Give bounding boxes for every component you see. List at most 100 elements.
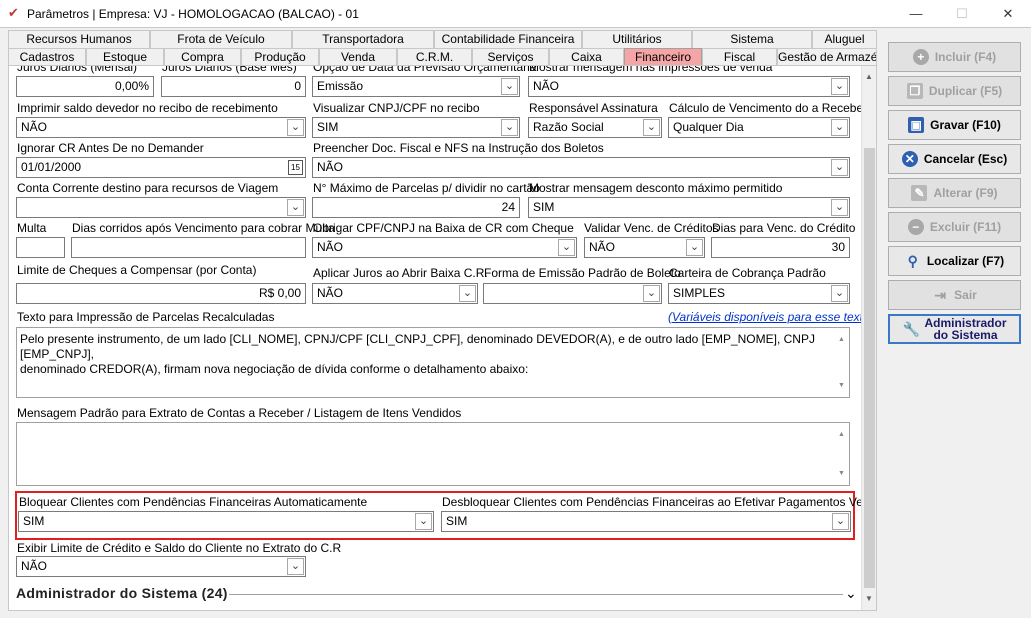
tab-financeiro[interactable]: Financeiro <box>624 48 702 66</box>
juros-base-input[interactable]: 0 <box>161 76 306 97</box>
forma-emissao-select[interactable]: ⌄ <box>483 283 662 304</box>
texto-parcelas-textarea[interactable]: Pelo presente instrumento, de um lado [C… <box>16 327 850 398</box>
edit-icon: ✎ <box>911 185 928 201</box>
chevron-down-icon: ⌄ <box>832 513 849 530</box>
scroll-thumb[interactable] <box>864 148 875 588</box>
tab-servicos[interactable]: Serviços <box>472 48 549 66</box>
chevron-down-icon: ⌄ <box>501 78 518 95</box>
tab-transportadora[interactable]: Transportadora <box>292 30 434 48</box>
tab-caixa[interactable]: Caixa <box>549 48 624 66</box>
chevron-down-icon: ⌄ <box>558 239 575 256</box>
sair-button[interactable]: ⇥ Sair <box>888 280 1021 310</box>
exit-icon: ⇥ <box>934 287 947 303</box>
opcao-data-select[interactable]: Emissão ⌄ <box>312 76 520 97</box>
preencher-doc-label: Preencher Doc. Fiscal e NFS na Instrução… <box>313 141 604 155</box>
chevron-down-icon: ⌄ <box>287 199 304 216</box>
saldo-devedor-label: Imprimir saldo devedor no recibo de rece… <box>17 101 278 115</box>
incluir-button[interactable]: + Incluir (F4) <box>888 42 1021 72</box>
aplicar-juros-select[interactable]: NÃO ⌄ <box>312 283 478 304</box>
aplicar-juros-label: Aplicar Juros ao Abrir Baixa C.R. <box>313 266 488 280</box>
cancelar-button[interactable]: ✕ Cancelar (Esc) <box>888 144 1021 174</box>
texto-line-2: denominado CREDOR(A), firmam nova negoci… <box>20 362 529 376</box>
localizar-button[interactable]: ⚲ Localizar (F7) <box>888 246 1021 276</box>
tab-venda[interactable]: Venda <box>319 48 397 66</box>
alterar-button[interactable]: ✎ Alterar (F9) <box>888 178 1021 208</box>
mostrar-msg-select[interactable]: NÃO ⌄ <box>528 76 850 97</box>
variaveis-link[interactable]: (Variáveis disponíveis para esse texto) <box>668 310 874 324</box>
section-title[interactable]: Administrador do Sistema (24) <box>16 585 228 601</box>
minimize-button[interactable]: — <box>893 0 939 28</box>
tab-producao[interactable]: Produção <box>241 48 319 66</box>
tab-aluguel[interactable]: Aluguel <box>812 30 877 48</box>
juros-mensal-label: Juros Diários (Mensal) <box>17 65 138 74</box>
opcao-data-label: Opção de Data da Previsão Orçamentária <box>313 65 537 74</box>
tab-utilitarios[interactable]: Utilitários <box>582 30 692 48</box>
responsavel-select[interactable]: Razão Social ⌄ <box>528 117 662 138</box>
tab-sistema[interactable]: Sistema <box>692 30 812 48</box>
cancel-icon: ✕ <box>901 151 918 167</box>
conta-corrente-label: Conta Corrente destino para recursos de … <box>17 181 279 195</box>
section-divider <box>229 594 843 595</box>
max-parcelas-input[interactable]: 24 <box>312 197 520 218</box>
validar-venc-select[interactable]: NÃO ⌄ <box>584 237 705 258</box>
tab-fiscal[interactable]: Fiscal <box>702 48 777 66</box>
limite-cheques-input[interactable]: R$ 0,00 <box>16 283 306 304</box>
tab-recursos-humanos[interactable]: Recursos Humanos <box>8 30 150 48</box>
scroll-down-icon[interactable]: ▼ <box>865 594 873 603</box>
dias-multa-label: Dias corridos após Vencimento para cobra… <box>72 221 335 235</box>
save-icon: ▣ <box>908 117 925 133</box>
chevron-down-icon: ⌄ <box>287 558 304 575</box>
carteira-select[interactable]: SIMPLES ⌄ <box>668 283 850 304</box>
maximize-button[interactable]: ☐ <box>939 0 985 28</box>
tab-crm[interactable]: C.R.M. <box>397 48 472 66</box>
desbloquear-select[interactable]: SIM ⌄ <box>441 511 851 532</box>
ignorar-cr-label: Ignorar CR Antes De no Demander <box>17 141 204 155</box>
saldo-devedor-select[interactable]: NÃO ⌄ <box>16 117 306 138</box>
tab-cadastros[interactable]: Cadastros <box>8 48 86 66</box>
duplicar-button[interactable]: ❐ Duplicar (F5) <box>888 76 1021 106</box>
dias-multa-input[interactable] <box>71 237 306 258</box>
textarea-scrollbar[interactable]: ▲ ▼ <box>835 423 849 485</box>
wrench-icon: 🔧 <box>902 321 920 337</box>
bloquear-select[interactable]: SIM ⌄ <box>18 511 434 532</box>
desconto-max-label: Mostrar mensagem desconto máximo permiti… <box>529 181 783 195</box>
texto-line-1: Pelo presente instrumento, de um lado [C… <box>20 332 815 361</box>
max-parcelas-label: N° Máximo de Parcelas p/ dividir no cart… <box>313 181 540 195</box>
tab-gestao-de-armazem[interactable]: Gestão de Armazém <box>777 48 877 66</box>
preencher-doc-select[interactable]: NÃO ⌄ <box>312 157 850 178</box>
calendar-icon[interactable]: 15 <box>288 160 303 175</box>
gravar-button[interactable]: ▣ Gravar (F10) <box>888 110 1021 140</box>
administrador-button[interactable]: 🔧 Administrador do Sistema <box>888 314 1021 344</box>
tab-estoque[interactable]: Estoque <box>86 48 164 66</box>
desconto-max-select[interactable]: SIM ⌄ <box>528 197 850 218</box>
mostrar-msg-label: Mostrar mensagem nas impressões de venda <box>529 65 773 74</box>
tab-compra[interactable]: Compra <box>164 48 241 66</box>
ignorar-cr-date[interactable]: 01/01/2000 15 <box>16 157 306 178</box>
exibir-limite-select[interactable]: NÃO ⌄ <box>16 556 306 577</box>
conta-corrente-select[interactable]: ⌄ <box>16 197 306 218</box>
panel-scrollbar[interactable]: ▲ ▼ <box>861 66 876 610</box>
window-title: Parâmetros | Empresa: VJ - HOMOLOGACAO (… <box>27 7 359 21</box>
chevron-down-icon: ⌄ <box>643 285 660 302</box>
obrigar-cpf-label: Obrigar CPF/CNPJ na Baixa de CR com Cheq… <box>313 221 574 235</box>
mensagem-padrao-textarea[interactable]: ▲ ▼ <box>16 422 850 486</box>
obrigar-cpf-select[interactable]: NÃO ⌄ <box>312 237 577 258</box>
close-button[interactable]: ✕ <box>985 0 1031 28</box>
juros-base-label: Juros Diários (Base Mês) <box>162 65 297 74</box>
multa-input[interactable] <box>16 237 65 258</box>
textarea-scrollbar[interactable]: ▲ ▼ <box>835 328 849 397</box>
dias-credito-input[interactable]: 30 <box>711 237 850 258</box>
chevron-down-icon: ⌄ <box>643 119 660 136</box>
search-icon: ⚲ <box>907 253 918 269</box>
chevron-down-icon[interactable]: ⌄ <box>845 585 857 602</box>
financeiro-panel: Juros Diários (Mensal) 0,00% Juros Diári… <box>8 65 877 611</box>
tab-row-2: Cadastros Estoque Compra Produção Venda … <box>8 48 877 66</box>
tab-contabilidade-financeira[interactable]: Contabilidade Financeira <box>434 30 582 48</box>
juros-mensal-input[interactable]: 0,00% <box>16 76 154 97</box>
tab-frota-de-veiculo[interactable]: Frota de Veículo <box>150 30 292 48</box>
calculo-venc-select[interactable]: Qualquer Dia ⌄ <box>668 117 850 138</box>
carteira-label: Carteira de Cobrança Padrão <box>669 266 826 280</box>
cnpj-recibo-select[interactable]: SIM ⌄ <box>312 117 520 138</box>
excluir-button[interactable]: − Excluir (F11) <box>888 212 1021 242</box>
scroll-up-icon[interactable]: ▲ <box>865 72 873 81</box>
